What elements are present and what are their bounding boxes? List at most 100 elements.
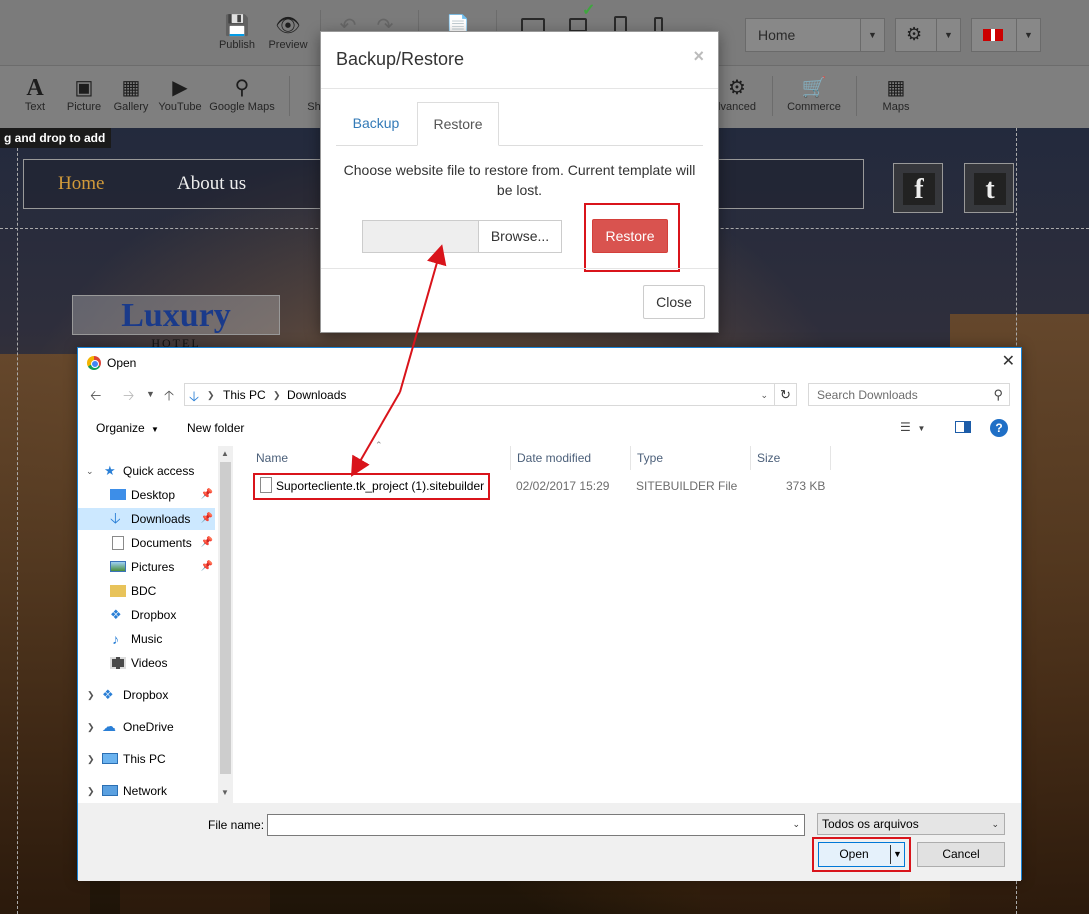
file-name-label: File name:: [208, 818, 265, 832]
google-maps-widget[interactable]: ⚲ Google Maps: [208, 76, 276, 114]
nav-downloads[interactable]: 🡣 Downloads 📌: [78, 508, 215, 530]
nav-quick-access[interactable]: ★ Quick access: [78, 460, 215, 482]
nav-label: BDC: [131, 584, 157, 598]
computer-icon: [102, 753, 118, 764]
open-button[interactable]: Open ▼: [818, 842, 905, 867]
forward-arrow-icon[interactable]: 🡢: [123, 385, 134, 409]
file-name-input[interactable]: ⌄: [267, 814, 805, 836]
nav-home-link[interactable]: Home: [58, 173, 104, 195]
pin-icon[interactable]: 📌: [201, 508, 213, 530]
nav-dropbox[interactable]: ❖ Dropbox: [78, 684, 215, 706]
pin-icon[interactable]: 📌: [201, 556, 213, 578]
pin-icon[interactable]: 📌: [201, 532, 213, 554]
nav-documents[interactable]: Documents 📌: [78, 532, 215, 554]
nav-videos[interactable]: Videos: [78, 652, 215, 674]
modal-close-icon[interactable]: ×: [693, 46, 704, 67]
site-logo[interactable]: Luxury: [72, 295, 280, 335]
breadcrumb-separator-icon: ❯: [273, 390, 281, 400]
back-arrow-icon[interactable]: 🡠: [90, 385, 101, 409]
floppy-disk-icon: 💾: [224, 15, 250, 37]
scroll-down-icon[interactable]: ▼: [221, 788, 229, 797]
tab-backup[interactable]: Backup: [337, 102, 415, 146]
language-select[interactable]: ▼: [971, 18, 1041, 52]
nav-desktop[interactable]: Desktop 📌: [78, 484, 215, 506]
dialog-close-icon[interactable]: ✕: [1002, 351, 1015, 371]
close-button[interactable]: Close: [643, 285, 705, 319]
advanced-widget[interactable]: ⚙ lvanced: [716, 76, 758, 114]
file-row-date[interactable]: 02/02/2017 15:29: [516, 479, 609, 493]
file-row-size[interactable]: 373 KB: [786, 479, 825, 493]
nav-dropbox-quick[interactable]: ❖ Dropbox: [78, 604, 215, 626]
nav-onedrive[interactable]: ☁ OneDrive: [78, 716, 215, 738]
file-row-type[interactable]: SITEBUILDER File: [636, 479, 737, 493]
browse-button[interactable]: Browse...: [478, 220, 562, 253]
chevron-down-icon: ▼: [1016, 19, 1040, 51]
youtube-widget[interactable]: ▶ YouTube: [157, 76, 203, 114]
page-select[interactable]: Home ▼: [745, 18, 885, 52]
nav-pictures[interactable]: Pictures 📌: [78, 556, 215, 578]
column-date-modified[interactable]: Date modified: [511, 446, 631, 470]
restore-button[interactable]: Restore: [592, 219, 668, 253]
help-icon[interactable]: ?: [990, 419, 1008, 437]
modal-header-divider: [321, 88, 718, 89]
preview-button[interactable]: 👁 Preview: [265, 14, 311, 52]
settings-button[interactable]: ⚙ ▼: [895, 18, 961, 52]
picture-widget[interactable]: ▣ Picture: [64, 76, 104, 114]
facebook-button[interactable]: f: [893, 163, 943, 213]
nav-music[interactable]: ♪ Music: [78, 628, 215, 650]
nav-label: Desktop: [131, 488, 176, 502]
nav-label: Dropbox: [123, 688, 169, 702]
documents-icon: [112, 536, 124, 550]
column-guide: [17, 128, 18, 914]
chevron-down-icon[interactable]: ⌄: [760, 390, 768, 401]
nav-bdc[interactable]: BDC: [78, 580, 215, 602]
nav-label: Videos: [131, 656, 168, 670]
drag-hint-tooltip: g and drop to add: [0, 128, 112, 148]
breadcrumb-this-pc[interactable]: This PC: [223, 388, 266, 402]
file-type-select[interactable]: Todos os arquivos ⌄: [817, 813, 1005, 835]
gallery-widget[interactable]: ▦ Gallery: [111, 76, 151, 114]
text-widget-label: Text: [24, 101, 46, 113]
open-split-chevron-icon[interactable]: ▼: [890, 845, 904, 864]
tab-restore[interactable]: Restore: [417, 102, 499, 146]
nav-about-link[interactable]: About us: [177, 173, 246, 195]
twitter-button[interactable]: t: [964, 163, 1014, 213]
preview-pane-icon[interactable]: [955, 421, 971, 433]
google-maps-widget-label: Google Maps: [209, 101, 275, 113]
chrome-icon: [87, 356, 101, 370]
dropbox-icon: ❖: [110, 607, 122, 622]
nav-this-pc[interactable]: This PC: [78, 748, 215, 770]
advanced-widget-label: lvanced: [718, 101, 756, 113]
pin-icon[interactable]: 📌: [201, 484, 213, 506]
scroll-thumb[interactable]: [220, 462, 231, 774]
nav-network[interactable]: Network: [78, 780, 215, 802]
new-folder-button[interactable]: New folder: [187, 421, 244, 435]
gears-icon: ⚙: [728, 77, 746, 99]
refresh-icon[interactable]: ↻: [775, 383, 797, 406]
selected-file-field[interactable]: [362, 220, 478, 253]
modal-footer-divider: [321, 268, 718, 269]
cancel-button[interactable]: Cancel: [917, 842, 1005, 867]
chevron-down-icon[interactable]: ⌄: [792, 819, 800, 830]
tablet-landscape-view-icon[interactable]: [569, 18, 587, 32]
address-bar[interactable]: 🡣 ❯ This PC ❯ Downloads ⌄: [184, 383, 775, 406]
music-icon: ♪: [112, 631, 119, 647]
recent-locations-chevron-icon[interactable]: ▼: [146, 389, 155, 399]
search-input[interactable]: Search Downloads ⚲: [808, 383, 1010, 406]
text-widget[interactable]: A Text: [20, 76, 50, 114]
scroll-up-icon[interactable]: ▲: [221, 449, 229, 458]
column-type[interactable]: Type: [631, 446, 751, 470]
folder-icon: [110, 585, 126, 597]
organize-button[interactable]: Organize ▼: [96, 421, 159, 435]
change-view-button[interactable]: ☰ ▼: [900, 420, 925, 434]
publish-button[interactable]: 💾 Publish: [216, 14, 258, 52]
commerce-widget[interactable]: 🛒 Commerce: [784, 76, 844, 114]
up-arrow-icon[interactable]: 🡡: [164, 385, 174, 409]
column-size[interactable]: Size: [751, 446, 831, 470]
maps-widget[interactable]: ▦ Maps: [876, 76, 916, 114]
navigation-scrollbar[interactable]: ▲ ▼: [218, 446, 233, 803]
dropbox-icon: ❖: [102, 687, 114, 702]
breadcrumb-downloads[interactable]: Downloads: [287, 388, 346, 402]
file-row-name[interactable]: Suportecliente.tk_project (1).sitebuilde…: [276, 479, 484, 493]
search-icon: ⚲: [993, 387, 1003, 402]
